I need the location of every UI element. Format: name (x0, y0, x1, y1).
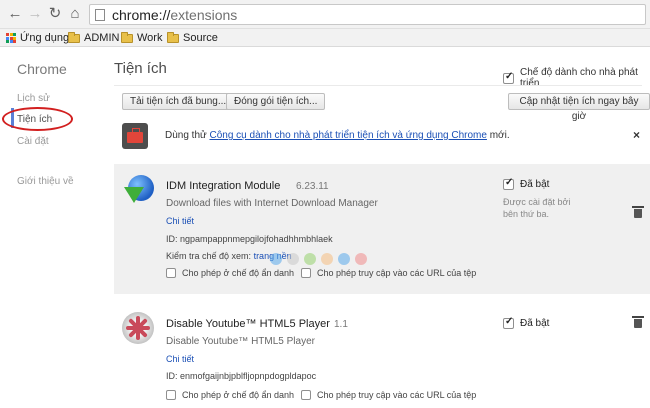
allow-file-urls-option[interactable]: Cho phép truy cập vào các URL của tệp (301, 390, 476, 400)
bookmark-apps[interactable]: Ứng dụng (6, 30, 69, 46)
trash-icon[interactable] (632, 206, 644, 218)
extension-version: 6.23.11 (296, 181, 329, 192)
extension-description: Download files with Internet Download Ma… (166, 198, 378, 209)
folder-icon (68, 31, 80, 43)
watermark-dots (270, 253, 367, 265)
browser-toolbar: ← → ↻ ⌂ chrome://extensions (0, 0, 650, 29)
allow-file-urls-option[interactable]: Cho phép truy cập vào các URL của tệp (301, 268, 476, 278)
idm-icon (122, 173, 156, 207)
allow-incognito-option[interactable]: Cho phép ở chế độ ẩn danh (166, 268, 294, 278)
enabled-checkbox[interactable] (503, 177, 514, 190)
sidebar-title: Chrome (17, 61, 67, 77)
allow-incognito-checkbox[interactable] (166, 390, 176, 400)
bookmarks-bar: Ứng dụng ADMIN Work Source (0, 29, 650, 47)
allow-incognito-checkbox[interactable] (166, 268, 176, 278)
allow-file-urls-checkbox[interactable] (301, 390, 311, 400)
back-icon[interactable]: ← (6, 5, 24, 23)
details-link[interactable]: Chi tiết (166, 354, 194, 364)
youtube-html5-icon (122, 312, 154, 344)
enabled-toggle[interactable]: Đã bật (503, 177, 549, 190)
bookmark-admin[interactable]: ADMIN (68, 30, 119, 46)
header-divider (114, 85, 642, 86)
extension-id: ID: ngpampappnmepgilojfohadhhmbhlaek (166, 234, 333, 244)
enabled-checkbox[interactable] (503, 316, 514, 329)
extension-name: IDM Integration Module (166, 180, 281, 192)
extension-version: 1.1 (334, 319, 348, 330)
home-icon[interactable]: ⌂ (66, 5, 84, 23)
extension-description: Disable Youtube™ HTML5 Player (166, 336, 315, 347)
bookmark-work[interactable]: Work (121, 30, 162, 46)
extension-id: ID: enmofgaijnbjpblfljopnpdogpldapoc (166, 371, 317, 381)
promo-link[interactable]: Công cụ dành cho nhà phát triển tiện ích… (210, 130, 487, 141)
folder-icon (167, 31, 179, 43)
apps-icon (6, 33, 16, 43)
page-icon (95, 9, 105, 21)
toolbox-icon (122, 123, 148, 149)
sidebar-item-history[interactable]: Lịch sử (17, 93, 50, 104)
close-icon[interactable]: × (633, 128, 640, 142)
url-text: chrome://extensions (112, 7, 238, 23)
bookmark-source[interactable]: Source (167, 30, 218, 46)
trash-icon[interactable] (632, 316, 644, 328)
page-title: Tiện ích (114, 60, 167, 77)
highlight-annotation (2, 107, 73, 131)
address-bar[interactable]: chrome://extensions (89, 4, 646, 25)
enabled-toggle[interactable]: Đã bật (503, 316, 549, 329)
update-extensions-button[interactable]: Cập nhật tiện ích ngay bây giờ (508, 93, 650, 122)
folder-icon (121, 31, 133, 43)
forward-icon[interactable]: → (26, 5, 44, 23)
allow-file-urls-checkbox[interactable] (301, 268, 311, 278)
reload-icon[interactable]: ↻ (46, 5, 64, 23)
developer-mode-checkbox[interactable] (503, 71, 514, 84)
pack-extension-button[interactable]: Đóng gói tiện ích... (226, 93, 326, 110)
installed-by-third-party-note: Được cài đặt bởi bên thứ ba. (503, 197, 571, 219)
allow-incognito-option[interactable]: Cho phép ở chế độ ẩn danh (166, 390, 294, 400)
promo-message: Dùng thử Công cụ dành cho nhà phát triển… (165, 130, 510, 141)
load-unpacked-button[interactable]: Tải tiện ích đã bung... (122, 93, 235, 110)
extension-name: Disable Youtube™ HTML5 Player (166, 318, 330, 330)
sidebar-item-settings[interactable]: Cài đặt (17, 136, 49, 147)
sidebar-item-about[interactable]: Giới thiệu về (17, 176, 74, 187)
details-link[interactable]: Chi tiết (166, 216, 194, 226)
